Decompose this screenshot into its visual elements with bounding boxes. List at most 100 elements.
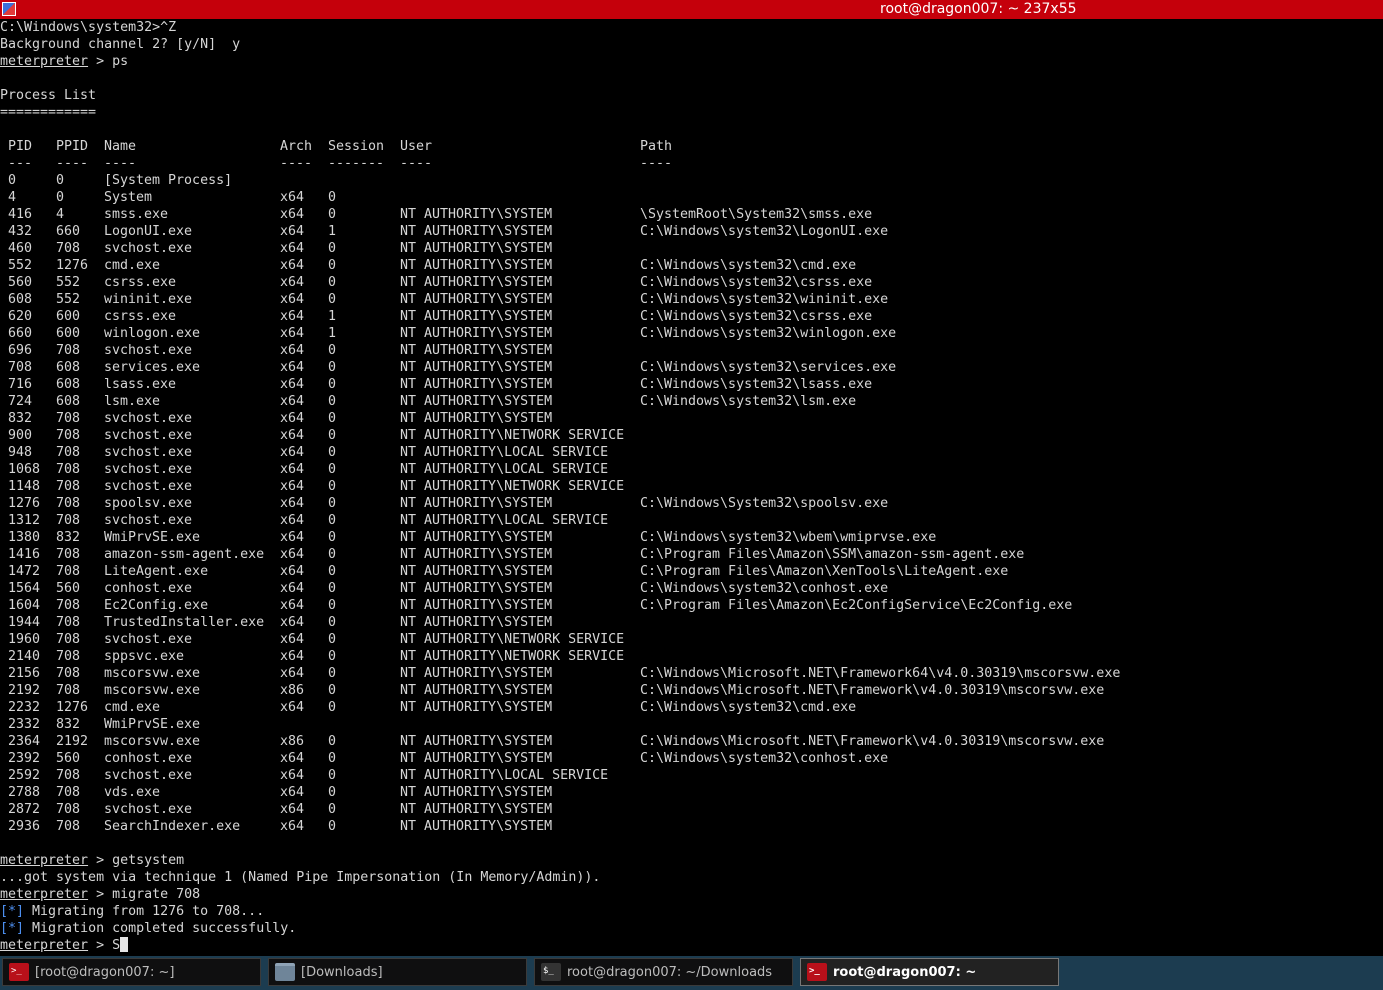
user-cell: NT AUTHORITY\SYSTEM <box>400 275 553 290</box>
table-row: 716 608 lsass.exe x64 0 NT AUTHORITY\SYSTEM C:… <box>0 376 1383 393</box>
pid-cell: 1380 <box>8 530 41 545</box>
ppid-cell: 560 <box>56 751 81 766</box>
name-cell: conhost.exe <box>104 581 193 596</box>
prompt-label: meterpreter <box>0 54 89 69</box>
pid-cell: 1472 <box>8 564 41 579</box>
session-cell: 0 <box>328 598 337 613</box>
ppid-cell: 708 <box>56 343 81 358</box>
table-row: 552 1276 cmd.exe x64 0 NT AUTHORITY\SYSTEM C:\… <box>0 257 1383 274</box>
terminal-view[interactable]: C:\Windows\system32>^Z Background channe… <box>0 19 1383 956</box>
session-cell: 0 <box>328 190 337 205</box>
session-cell: 0 <box>328 700 337 715</box>
pid-cell: 2364 <box>8 734 41 749</box>
taskbar-item-terminal-home-minimized[interactable]: [root@dragon007: ~] <box>2 958 261 986</box>
table-row: 660 600 winlogon.exe x64 1 NT AUTHORITY\SYSTE… <box>0 325 1383 342</box>
arch-cell: x64 <box>280 428 305 443</box>
table-row: 724 608 lsm.exe x64 0 NT AUTHORITY\SYSTEM C:\W… <box>0 393 1383 410</box>
user-cell: NT AUTHORITY\LOCAL SERVICE <box>400 462 609 477</box>
name-cell: cmd.exe <box>104 258 161 273</box>
session-cell: 1 <box>328 224 337 239</box>
path-cell: C:\Program Files\Amazon\SSM\amazon-ssm-a… <box>640 547 1025 562</box>
arch-cell: x64 <box>280 632 305 647</box>
table-row: 620 600 csrss.exe x64 1 NT AUTHORITY\SYSTEM C:… <box>0 308 1383 325</box>
app-menu-icon[interactable] <box>2 2 16 16</box>
ppid-cell: 600 <box>56 326 81 341</box>
pid-cell: 2936 <box>8 819 41 834</box>
table-header-row: PID PPID Name Arch Session User Path <box>0 138 1383 155</box>
user-cell: NT AUTHORITY\NETWORK SERVICE <box>400 428 625 443</box>
user-cell: NT AUTHORITY\NETWORK SERVICE <box>400 479 625 494</box>
path-cell: C:\Windows\Microsoft.NET\Framework\v4.0.… <box>640 683 1105 698</box>
session-cell: 0 <box>328 734 337 749</box>
pid-cell: 900 <box>8 428 33 443</box>
name-cell: mscorsvw.exe <box>104 683 201 698</box>
process-list-underline: ============ <box>0 105 97 120</box>
pid-cell: 2192 <box>8 683 41 698</box>
name-cell: cmd.exe <box>104 700 161 715</box>
current-input[interactable]: S <box>112 938 120 953</box>
table-row: 560 552 csrss.exe x64 0 NT AUTHORITY\SYSTEM C:… <box>0 274 1383 291</box>
ppid-cell: 708 <box>56 598 81 613</box>
prompt-line: meterpreter > migrate 708 <box>0 887 201 902</box>
table-row: 696 708 svchost.exe x64 0 NT AUTHORITY\SYSTEM <box>0 342 1383 359</box>
arch-cell: x64 <box>280 190 305 205</box>
arch-cell: x64 <box>280 343 305 358</box>
session-cell: 0 <box>328 530 337 545</box>
table-row: 2232 1276 cmd.exe x64 0 NT AUTHORITY\SYSTEM C:… <box>0 699 1383 716</box>
session-cell: 0 <box>328 394 337 409</box>
taskbar-item-terminal-downloads[interactable]: root@dragon007: ~/Downloads <box>534 958 793 986</box>
ppid-cell: 608 <box>56 360 81 375</box>
arch-cell: x64 <box>280 649 305 664</box>
arch-cell: x64 <box>280 496 305 511</box>
session-cell: 0 <box>328 241 337 256</box>
user-cell: NT AUTHORITY\SYSTEM <box>400 258 553 273</box>
arch-cell: x64 <box>280 479 305 494</box>
session-cell: 0 <box>328 615 337 630</box>
pid-cell: PID <box>8 139 33 154</box>
user-cell: NT AUTHORITY\SYSTEM <box>400 734 553 749</box>
name-cell: svchost.exe <box>104 241 193 256</box>
ppid-cell: 708 <box>56 445 81 460</box>
arch-cell: x64 <box>280 615 305 630</box>
path-cell: C:\Windows\system32\cmd.exe <box>640 258 857 273</box>
name-cell: ---- <box>104 156 137 171</box>
user-cell: NT AUTHORITY\SYSTEM <box>400 819 553 834</box>
pid-cell: 1944 <box>8 615 41 630</box>
user-cell: NT AUTHORITY\SYSTEM <box>400 411 553 426</box>
taskbar-item-label: [Downloads] <box>301 965 383 980</box>
pid-cell: 1068 <box>8 462 41 477</box>
text-cursor <box>120 937 129 952</box>
session-cell: 0 <box>328 632 337 647</box>
pid-cell: 460 <box>8 241 33 256</box>
active-prompt-line[interactable]: meterpreter > S <box>0 937 129 954</box>
arch-cell: x64 <box>280 224 305 239</box>
path-cell: \SystemRoot\System32\smss.exe <box>640 207 873 222</box>
pid-cell: 1960 <box>8 632 41 647</box>
pid-cell: 4 <box>8 190 17 205</box>
ppid-cell: 1276 <box>56 258 89 273</box>
ppid-cell: 708 <box>56 666 81 681</box>
user-cell: NT AUTHORITY\SYSTEM <box>400 292 553 307</box>
session-cell: 0 <box>328 581 337 596</box>
arch-cell: x64 <box>280 309 305 324</box>
path-cell: C:\Windows\system32\LogonUI.exe <box>640 224 889 239</box>
arch-cell: x64 <box>280 411 305 426</box>
arch-cell: x64 <box>280 207 305 222</box>
taskbar-item-terminal-home-active[interactable]: root@dragon007: ~ <box>800 958 1059 986</box>
path-cell: C:\Windows\system32\conhost.exe <box>640 581 889 596</box>
prompt-line: meterpreter > getsystem <box>0 853 185 868</box>
taskbar-item-downloads-folder[interactable]: [Downloads] <box>268 958 527 986</box>
terminal-icon <box>541 958 561 984</box>
name-cell: Name <box>104 139 137 154</box>
table-row: 1564 560 conhost.exe x64 0 NT AUTHORITY\SYSTE… <box>0 580 1383 597</box>
table-row: 2332 832 WmiPrvSE.exe <box>0 716 1383 733</box>
table-row: 416 4 smss.exe x64 0 NT AUTHORITY\SYSTEM \Syst… <box>0 206 1383 223</box>
path-cell: C:\Windows\System32\spoolsv.exe <box>640 496 889 511</box>
info-marker: [*] <box>0 921 25 936</box>
pid-cell: --- <box>8 156 33 171</box>
arch-cell: x86 <box>280 734 305 749</box>
user-cell: NT AUTHORITY\SYSTEM <box>400 802 553 817</box>
table-row: 900 708 svchost.exe x64 0 NT AUTHORITY\NETWOR… <box>0 427 1383 444</box>
pid-cell: 832 <box>8 411 33 426</box>
ppid-cell: 708 <box>56 785 81 800</box>
